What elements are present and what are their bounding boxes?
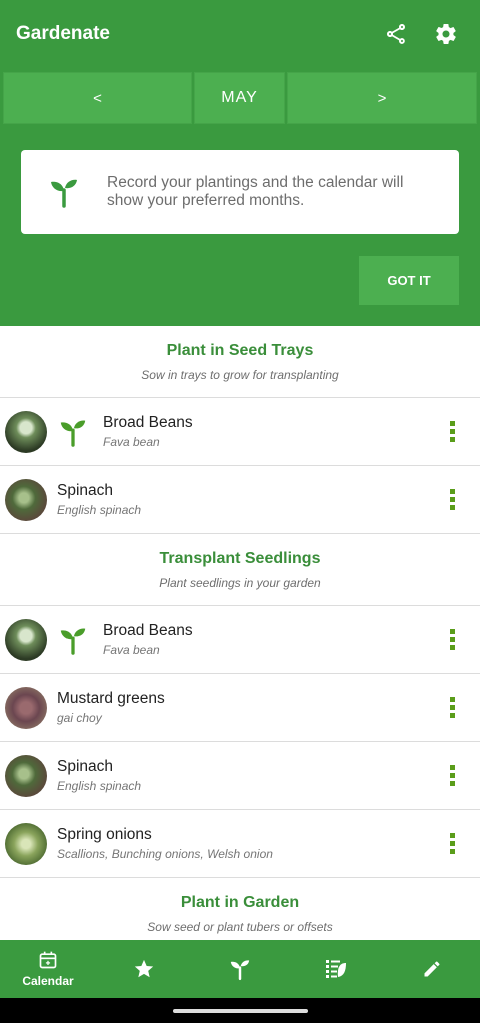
plant-row-broad-beans[interactable]: Broad Beans Fava bean (0, 398, 480, 466)
plant-thumbnail (5, 754, 47, 797)
plant-thumbnail (5, 478, 47, 521)
plant-alt-name: Fava bean (103, 435, 160, 449)
prev-month-button[interactable]: < (3, 72, 192, 124)
plant-name: Spinach (57, 758, 114, 775)
list-icon (326, 960, 346, 978)
section-header: Transplant Seedlings Plant seedlings in … (0, 534, 480, 606)
plant-name: Spinach (57, 482, 114, 499)
next-month-button[interactable]: > (287, 72, 477, 124)
settings-icon (436, 24, 456, 44)
plant-row-spring-onions[interactable]: Spring onions Scallions, Bunching onions… (0, 810, 480, 878)
sprout-icon (60, 420, 86, 447)
sprout-icon (51, 179, 77, 208)
plant-thumbnail (5, 686, 47, 729)
bottom-navigation: Calendar (0, 940, 480, 998)
calendar-icon (39, 951, 57, 969)
section-header: Plant in Seed Trays Sow in trays to grow… (0, 326, 480, 398)
row-text: Spinach English spinach (57, 758, 432, 793)
plant-name: Broad Beans (103, 414, 193, 431)
got-it-button[interactable]: GOT IT (359, 256, 459, 305)
header-panel: < MAY > Record your plantings and the ca… (0, 68, 480, 326)
section-header: Plant in Garden Sow seed or plant tubers… (0, 878, 480, 940)
more-options-button[interactable] (432, 688, 472, 728)
tab-favorites[interactable] (96, 940, 192, 998)
row-text: Mustard greens gai choy (57, 690, 432, 725)
row-text: Broad Beans Fava bean (103, 414, 432, 449)
app-title: Gardenate (16, 23, 110, 44)
plant-thumbnail (5, 822, 47, 865)
more-options-button[interactable] (432, 824, 472, 864)
pencil-icon (424, 961, 440, 977)
plant-alt-name: English spinach (57, 503, 142, 517)
month-navigator: < MAY > (3, 72, 477, 124)
section-title: Transplant Seedlings (159, 549, 321, 567)
tip-text: Record your plantings and the calendar w… (107, 174, 404, 209)
plant-row-spinach[interactable]: Spinach English spinach (0, 466, 480, 534)
row-text: Spinach English spinach (57, 482, 432, 517)
plant-name: Spring onions (57, 826, 152, 843)
plant-row-spinach[interactable]: Spinach English spinach (0, 742, 480, 810)
plant-alt-name: gai choy (57, 711, 102, 725)
section-title: Plant in Garden (180, 894, 300, 911)
app-bar: Gardenate (0, 0, 480, 68)
more-options-button[interactable] (432, 480, 472, 520)
share-icon (387, 24, 405, 44)
tab-my-plants[interactable] (192, 940, 288, 998)
plant-row-broad-beans[interactable]: Broad Beans Fava bean (0, 606, 480, 674)
plant-name: Broad Beans (103, 622, 193, 639)
plant-alt-name: English spinach (57, 779, 142, 793)
home-gesture-handle[interactable] (173, 1009, 308, 1013)
more-options-button[interactable] (432, 756, 472, 796)
section-subtitle: Sow seed or plant tubers or offsets (147, 920, 333, 934)
sprout-icon (60, 628, 86, 655)
tab-label: Calendar (22, 974, 74, 988)
current-month[interactable]: MAY (194, 72, 285, 124)
section-subtitle: Sow in trays to grow for transplanting (141, 367, 339, 382)
calendar-list[interactable]: Plant in Seed Trays Sow in trays to grow… (0, 326, 480, 940)
more-options-button[interactable] (432, 620, 472, 660)
share-button[interactable] (378, 16, 414, 52)
system-navigation-bar (0, 998, 480, 1023)
row-text: Broad Beans Fava bean (103, 622, 432, 657)
plant-name: Mustard greens (57, 690, 165, 707)
tab-calendar[interactable]: Calendar (0, 940, 96, 998)
more-options-button[interactable] (432, 412, 472, 452)
plant-alt-name: Scallions, Bunching onions, Welsh onion (57, 847, 273, 861)
star-icon (134, 959, 154, 978)
section-title: Plant in Seed Trays (166, 341, 314, 359)
settings-button[interactable] (428, 16, 464, 52)
tab-plant-list[interactable] (288, 940, 384, 998)
plant-alt-name: Fava bean (103, 643, 160, 657)
row-text: Spring onions Scallions, Bunching onions… (57, 826, 432, 861)
tip-card: Record your plantings and the calendar w… (21, 150, 459, 234)
seedling-icon (230, 960, 250, 981)
plant-thumbnail (5, 410, 47, 453)
section-subtitle: Plant seedlings in your garden (159, 575, 321, 590)
plant-thumbnail (5, 618, 47, 661)
plant-row-mustard-greens[interactable]: Mustard greens gai choy (0, 674, 480, 742)
tab-notes[interactable] (384, 940, 480, 998)
